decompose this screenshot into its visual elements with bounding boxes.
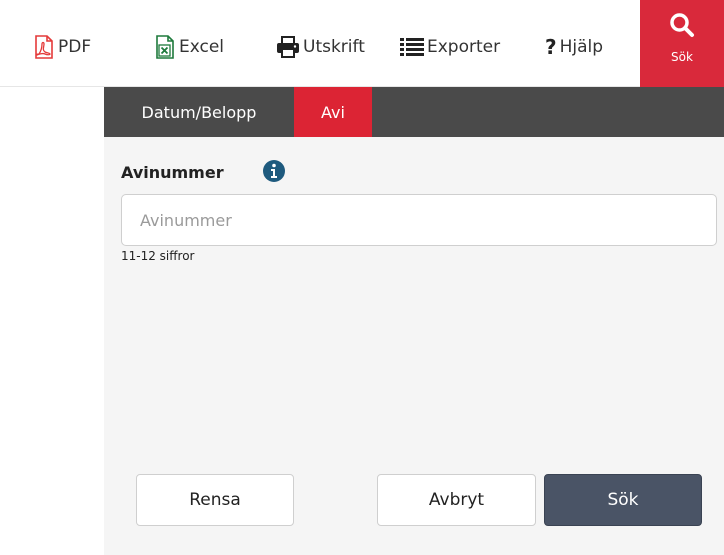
clear-button[interactable]: Rensa <box>136 474 294 526</box>
help-button[interactable]: ? Hjälp <box>545 34 603 60</box>
tab-datum-belopp[interactable]: Datum/Belopp <box>104 87 294 137</box>
pdf-icon <box>33 35 55 59</box>
export-button[interactable]: Exporter <box>400 34 500 60</box>
cancel-button[interactable]: Avbryt <box>377 474 536 526</box>
avinummer-label: Avinummer <box>121 163 224 182</box>
pdf-button[interactable]: PDF <box>33 34 91 60</box>
excel-icon <box>154 35 176 59</box>
avinummer-input[interactable] <box>121 194 717 246</box>
avinummer-hint: 11-12 siffror <box>121 249 195 263</box>
printer-icon <box>276 36 300 58</box>
excel-label: Excel <box>179 37 225 57</box>
tab-bar: Datum/Belopp Avi <box>104 87 724 137</box>
excel-button[interactable]: Excel <box>154 34 224 60</box>
info-icon[interactable] <box>262 159 286 183</box>
toolbar-search-button[interactable]: Sök <box>640 0 724 87</box>
toolbar-search-label: Sök <box>671 50 693 64</box>
pdf-label: PDF <box>58 37 92 57</box>
toolbar: PDF Excel Utskrift Exporter ? Hjälp Sök <box>0 0 724 87</box>
question-icon: ? <box>545 35 557 59</box>
search-icon <box>669 12 695 42</box>
help-label: Hjälp <box>559 37 604 57</box>
search-form-panel: Avinummer 11-12 siffror Rensa Avbryt Sök <box>104 137 724 555</box>
list-icon <box>400 36 424 58</box>
print-button[interactable]: Utskrift <box>276 34 365 60</box>
tab-avi[interactable]: Avi <box>294 87 372 137</box>
print-label: Utskrift <box>303 37 365 57</box>
search-submit-button[interactable]: Sök <box>544 474 702 526</box>
export-label: Exporter <box>427 37 501 57</box>
